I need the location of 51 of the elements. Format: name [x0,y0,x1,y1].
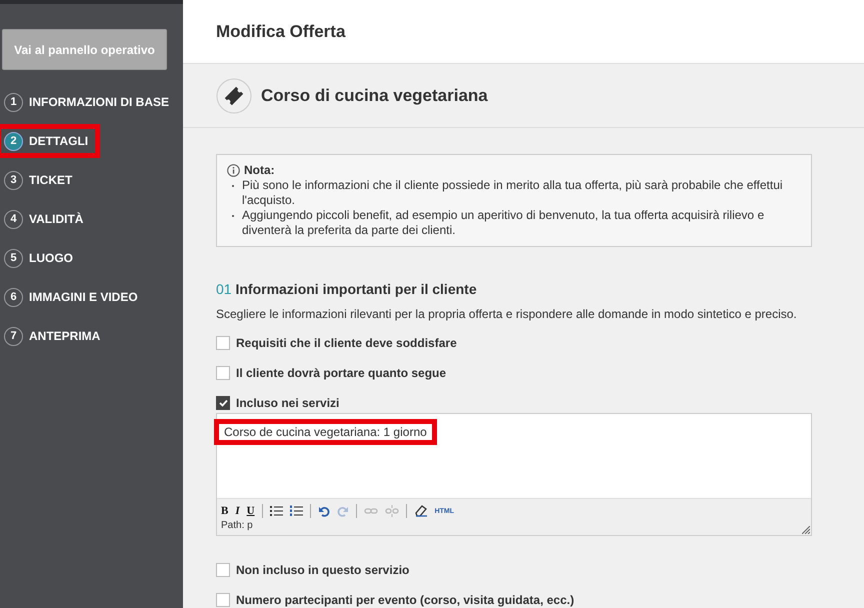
editor-path: Path: p [221,520,254,531]
option-label: Requisiti che il cliente deve soddisfare [236,336,457,350]
step-label: ANTEPRIMA [29,329,100,343]
step-number: 6 [4,288,23,306]
note-text: Aggiungendo piccoli benefit, ad esempio un aperitivo di benvenuto, la tua offerta acquisirà rilievo e diventerà la preferita da parte dei clienti. [242,208,766,238]
offer-title: Corso di cucina vegetariana [261,86,488,106]
step-label: VALIDITÀ [29,212,84,226]
step-item[interactable]: 3 TICKET [4,167,80,193]
checkbox[interactable] [216,563,230,577]
checkbox[interactable] [216,593,230,607]
undo-icon[interactable] [318,505,330,517]
option-label: Il cliente dovrà portare quanto segue [236,366,446,380]
step-label: DETTAGLI [29,134,88,148]
underline-button[interactable]: U [246,505,255,517]
step-number: 1 [4,92,23,112]
section-number: 01 [216,281,232,297]
step-label: TICKET [29,173,72,187]
checkbox[interactable] [216,396,230,410]
editor-field[interactable]: Corso de cucina vegetariana: 1 giorno [217,414,811,498]
step-item[interactable]: 5 LUOGO [4,245,81,271]
checkbox[interactable] [216,366,230,380]
bold-button[interactable]: B [221,505,228,517]
italic-button[interactable]: I [235,505,240,517]
step-number: 3 [4,170,23,190]
resize-handle-icon[interactable] [802,526,810,534]
step-number: 5 [4,248,23,268]
option-label: Non incluso in questo servizio [236,563,410,577]
option-label: Incluso nei servizi [236,396,340,410]
note-title: Nota: [244,163,275,178]
note-text: Più sono le informazioni che il cliente possiede in merito alla tua offerta, più sarà probabile che effettui l'acquisto. [242,178,784,208]
step-number: 4 [4,210,23,228]
checkbox[interactable] [216,336,230,350]
section-title: Informazioni importanti per il cliente [235,281,477,297]
step-label: IMMAGINI E VIDEO [29,290,138,304]
step-item[interactable]: 1 INFORMAZIONI DI BASE [4,89,177,115]
ticket-icon [216,78,252,114]
info-icon [227,164,240,177]
step-item[interactable]: 6 IMMAGINI E VIDEO [4,284,146,310]
eraser-icon[interactable] [414,505,428,517]
step-item[interactable]: 7 ANTEPRIMA [4,323,108,349]
numbered-list-icon[interactable] [290,505,303,517]
bullet-list-icon[interactable] [270,505,283,517]
option-label: Numero partecipanti per evento (corso, visita guidata, ecc.) [236,593,574,607]
step-number: 7 [4,326,23,346]
page-title: Modifica Offerta [216,22,346,42]
step-label: INFORMAZIONI DI BASE [29,95,169,109]
step-number: 2 [4,132,23,150]
step-label: LUOGO [29,251,73,265]
step-item[interactable]: 4 VALIDITÀ [4,206,92,232]
section-description: Scegliere le informazioni rilevanti per la propria offerta e rispondere alle domande in modo sintetico e preciso. [216,307,798,321]
step-item[interactable]: 2 DETTAGLI [0,128,96,154]
